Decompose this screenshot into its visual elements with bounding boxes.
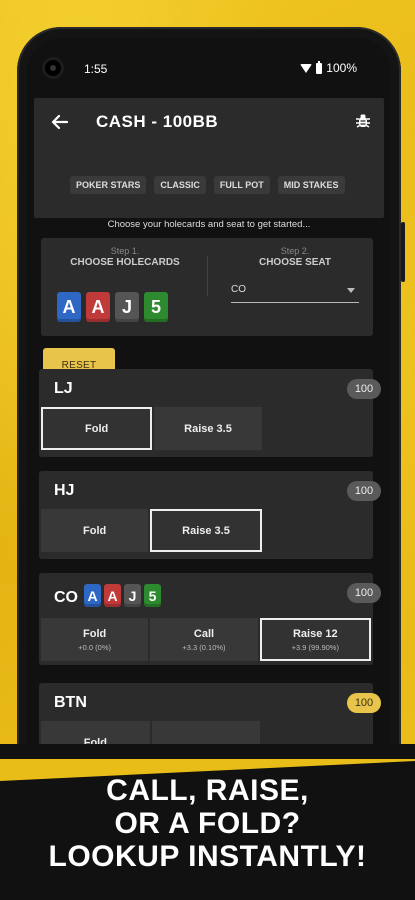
chip-stakes[interactable]: MID STAKES — [277, 176, 345, 194]
position-name: BTN — [54, 694, 87, 711]
promo-banner: CALL, RAISE, OR A FOLD? LOOKUP INSTANTLY… — [0, 744, 415, 900]
holecard-2: A — [104, 584, 121, 607]
power-button — [401, 222, 405, 282]
position-name: LJ — [54, 380, 73, 397]
stack-badge: 100 — [347, 583, 381, 603]
bug-icon[interactable] — [355, 113, 371, 129]
fold-button[interactable]: Fold — [41, 509, 149, 552]
action-ev: +3.3 (0.10%) — [182, 642, 226, 652]
action-label: Raise 12 — [292, 627, 338, 640]
banner-line-1: CALL, RAISE, — [106, 774, 309, 807]
wifi-icon — [300, 63, 313, 73]
position-row-lj: LJ 100 Fold Raise 3.5 — [39, 369, 381, 457]
holecard-3[interactable]: J — [115, 292, 139, 322]
action-buttons: Fold Raise 3.5 — [41, 407, 371, 450]
step2-label: CHOOSE SEAT — [258, 257, 332, 268]
banner-line-2: OR A FOLD? — [114, 807, 301, 840]
seat-dropdown[interactable]: CO — [231, 282, 359, 303]
holecard-4: 5 — [144, 584, 161, 607]
battery-level: 100% — [326, 61, 357, 75]
action-label: Raise 3.5 — [182, 524, 230, 537]
holecard-1: A — [84, 584, 101, 607]
chevron-down-icon — [347, 288, 355, 293]
setup-panel: Step 1. CHOOSE HOLECARDS A A J 5 Step 2.… — [41, 238, 373, 336]
step1-label: CHOOSE HOLECARDS — [70, 257, 180, 268]
empty-slot — [264, 407, 371, 450]
holecard-4[interactable]: 5 — [144, 292, 168, 322]
filter-chips: POKER STARS CLASSIC FULL POT MID STAKES — [70, 176, 345, 194]
position-row-co: CO A A J 5 100 Fold +0.0 (0%) Call +3.3 … — [39, 573, 381, 665]
step2-number: Step 2. — [280, 246, 310, 256]
chip-format[interactable]: CLASSIC — [154, 176, 206, 194]
action-ev: +3.9 (99.90%) — [291, 642, 339, 652]
holecard-3: J — [124, 584, 141, 607]
banner-line-3: LOOKUP INSTANTLY! — [48, 840, 367, 873]
action-label: Fold — [85, 422, 109, 435]
position-holecards: A A J 5 — [84, 584, 161, 607]
fold-button[interactable]: Fold — [41, 407, 153, 450]
stack-badge: 100 — [347, 693, 381, 713]
step1-header: Step 1. CHOOSE HOLECARDS — [55, 246, 195, 268]
camera-icon — [45, 60, 61, 76]
holecard-2[interactable]: A — [86, 292, 110, 322]
chip-site[interactable]: POKER STARS — [70, 176, 147, 194]
fold-button[interactable]: Fold +0.0 (0%) — [41, 618, 149, 661]
action-label: Raise 3.5 — [184, 422, 232, 435]
action-label: Fold — [83, 627, 107, 640]
holecards-picker[interactable]: A A J 5 — [57, 292, 168, 322]
action-buttons: Fold Raise 3.5 — [41, 509, 371, 552]
action-ev: +0.0 (0%) — [78, 642, 112, 652]
battery-icon — [316, 60, 323, 74]
page-title: CASH - 100BB — [96, 112, 219, 131]
chip-pot[interactable]: FULL POT — [213, 176, 270, 194]
position-row-hj: HJ 100 Fold Raise 3.5 — [39, 471, 381, 559]
status-icons: 100% — [300, 60, 357, 75]
instructions-text: Choose your holecards and seat to get st… — [107, 219, 311, 230]
app-bar: CASH - 100BB POKER STARS CLASSIC FULL PO… — [34, 98, 384, 218]
status-bar: 1:55 100% — [27, 38, 391, 98]
action-buttons: Fold +0.0 (0%) Call +3.3 (0.10%) Raise 1… — [41, 618, 371, 661]
step2-header: Step 2. CHOOSE SEAT — [225, 246, 365, 268]
divider — [207, 256, 208, 296]
stack-badge: 100 — [347, 481, 381, 501]
action-label: Call — [193, 627, 215, 640]
position-name: HJ — [54, 482, 75, 499]
seat-value: CO — [231, 284, 246, 295]
empty-slot — [264, 509, 371, 552]
back-arrow-icon[interactable] — [50, 112, 70, 132]
holecard-1[interactable]: A — [57, 292, 81, 322]
stack-badge: 100 — [347, 379, 381, 399]
step1-number: Step 1. — [110, 246, 140, 256]
action-label: Fold — [83, 524, 107, 537]
raise-button[interactable]: Raise 3.5 — [150, 509, 262, 552]
position-name: CO — [54, 589, 78, 606]
status-time: 1:55 — [84, 62, 108, 76]
call-button[interactable]: Call +3.3 (0.10%) — [150, 618, 258, 661]
raise-button[interactable]: Raise 12 +3.9 (99.90%) — [259, 618, 371, 661]
app-screen: 1:55 100% CASH - 100BB POKER STARS CLASS… — [27, 38, 391, 818]
raise-button[interactable]: Raise 3.5 — [154, 407, 262, 450]
